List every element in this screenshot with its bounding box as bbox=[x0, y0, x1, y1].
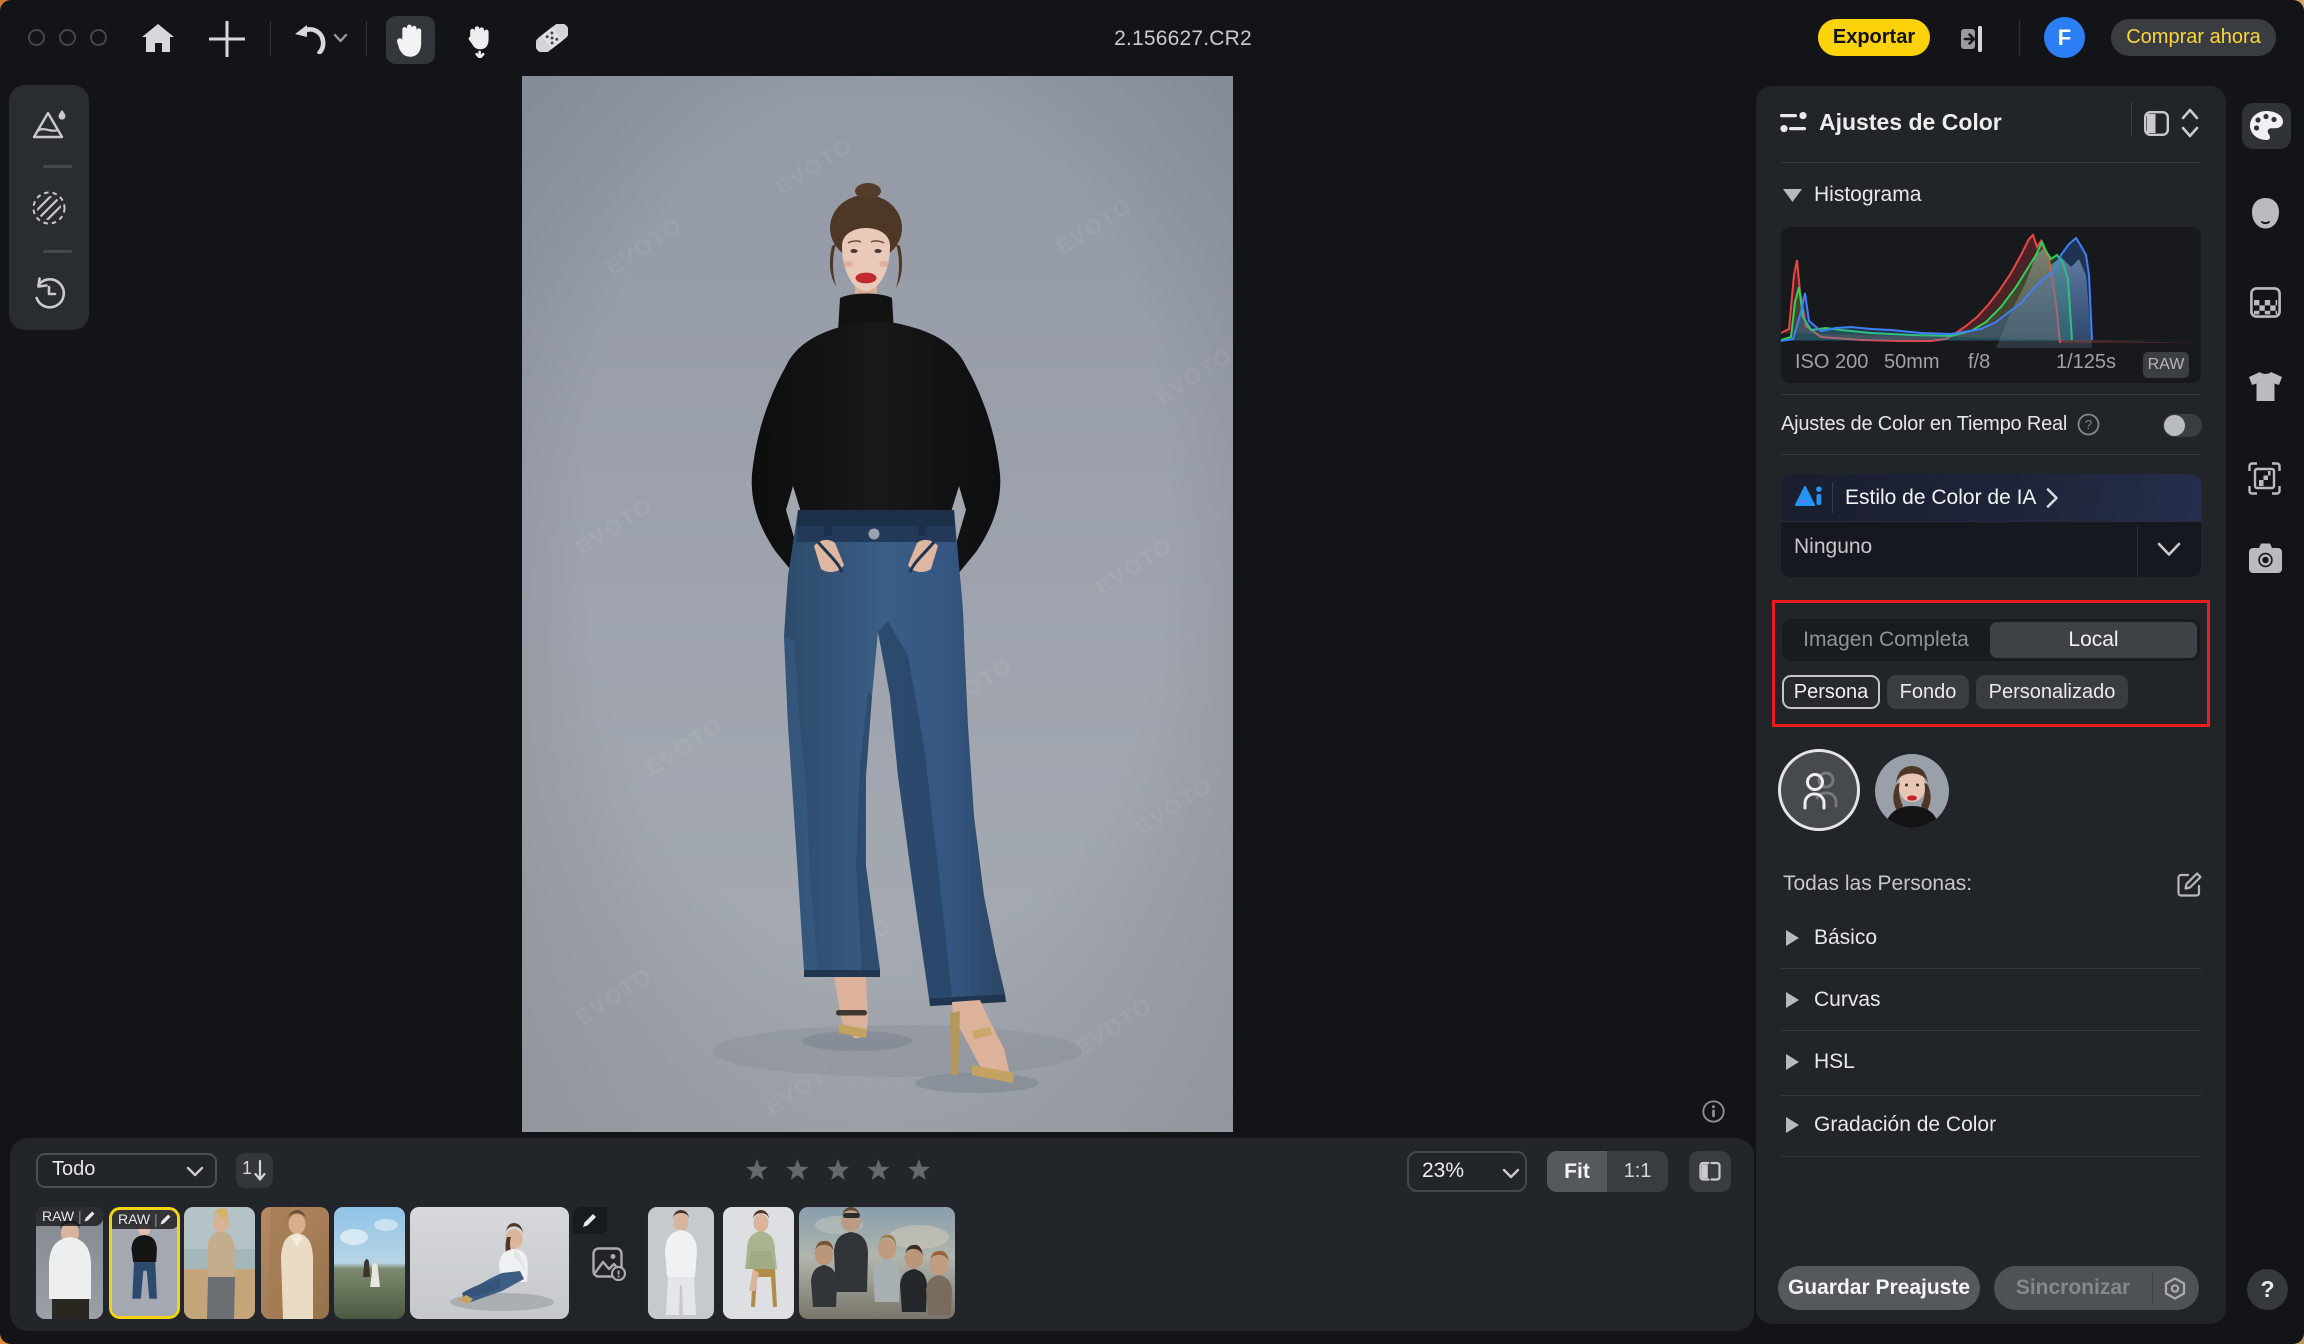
svg-text:?: ? bbox=[2085, 417, 2092, 432]
